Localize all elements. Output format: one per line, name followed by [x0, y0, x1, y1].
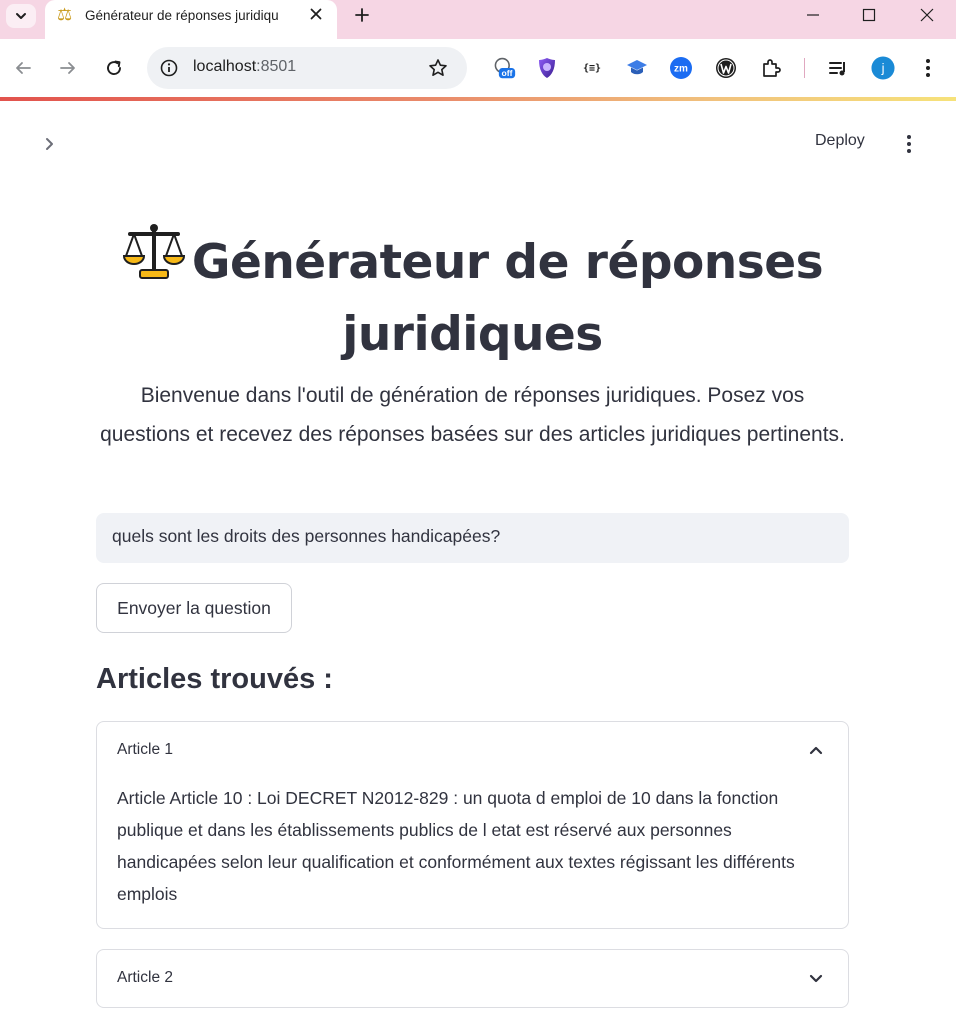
chevron-up-icon — [806, 740, 826, 760]
zm-extension-label: zm — [674, 64, 688, 75]
chevron-right-icon — [46, 138, 53, 150]
close-icon — [920, 8, 934, 22]
article-expander-label: Article 2 — [117, 969, 173, 986]
close-window-button[interactable] — [904, 0, 950, 30]
page-title-text: Générateur de réponses juridiques — [191, 235, 824, 362]
more-vertical-icon — [907, 135, 911, 153]
arrow-left-icon — [16, 62, 31, 74]
purple-shield-extension-icon[interactable] — [535, 56, 559, 80]
tab-title: Générateur de réponses juridiqu — [85, 8, 279, 23]
browser-menu-icon[interactable] — [916, 56, 940, 80]
json-formatter-extension-icon[interactable]: {≡} — [580, 56, 604, 80]
reload-button[interactable] — [99, 53, 129, 83]
url-host: localhost — [193, 58, 257, 75]
arrow-right-icon — [60, 62, 75, 74]
browser-toolbar: localhost:8501 off {≡} zm j — [0, 39, 956, 97]
back-button[interactable] — [8, 53, 38, 83]
send-question-button[interactable]: Envoyer la question — [96, 583, 292, 633]
reading-list-icon[interactable] — [826, 56, 850, 80]
browser-tab-strip: ⚖ Générateur de réponses juridiqu — [0, 0, 956, 39]
minimize-window-button[interactable] — [790, 0, 836, 30]
article-expander-1: Article 1 Article Article 10 : Loi DECRE… — [96, 721, 849, 929]
article-content: Article Article 10 : Loi DECRET N2012-82… — [117, 788, 795, 904]
reload-icon — [107, 60, 121, 75]
page-title: Générateur de réponses juridiques — [96, 222, 849, 368]
site-info-icon[interactable] — [159, 58, 179, 78]
bookmark-star-icon[interactable] — [427, 57, 449, 79]
articles-heading: Articles trouvés : — [96, 663, 333, 695]
maximize-icon — [862, 8, 876, 22]
zm-extension-icon[interactable]: zm — [669, 56, 693, 80]
scale-favicon-icon: ⚖ — [57, 5, 73, 24]
url-port: :8501 — [256, 58, 297, 75]
sidebar-expand-button[interactable] — [36, 131, 62, 157]
plus-icon — [355, 8, 369, 22]
article-expander-header[interactable]: Article 2 — [97, 950, 848, 1008]
browser-tab[interactable]: ⚖ Générateur de réponses juridiqu — [45, 0, 337, 39]
url-text: localhost:8501 — [193, 58, 296, 76]
minimize-icon — [807, 14, 819, 16]
page-title-block: Générateur de réponses juridiques — [96, 222, 849, 368]
close-tab-icon[interactable] — [307, 5, 325, 23]
article-expander-header[interactable]: Article 1 — [97, 722, 848, 780]
forward-button[interactable] — [53, 53, 83, 83]
profile-avatar[interactable]: j — [871, 56, 895, 80]
question-input[interactable]: quels sont les droits des personnes hand… — [96, 513, 849, 563]
main-menu-button[interactable] — [897, 131, 921, 157]
off-badge-label: off — [502, 68, 513, 78]
off-extension-icon[interactable]: off — [492, 56, 516, 80]
wordpress-extension-icon[interactable] — [714, 56, 738, 80]
maximize-window-button[interactable] — [846, 0, 892, 30]
address-bar[interactable]: localhost:8501 — [147, 47, 467, 89]
toolbar-divider — [804, 58, 805, 78]
extensions-puzzle-icon[interactable] — [759, 56, 783, 80]
deploy-button[interactable]: Deploy — [815, 132, 865, 150]
chevron-down-icon — [806, 968, 826, 988]
tab-search-button[interactable] — [6, 4, 36, 28]
chevron-down-icon — [16, 13, 26, 19]
new-tab-button[interactable] — [350, 4, 374, 26]
article-expander-label: Article 1 — [117, 741, 173, 758]
intro-paragraph: Bienvenue dans l'outil de génération de … — [100, 384, 845, 446]
json-extension-label: {≡} — [582, 62, 602, 74]
article-expander-2: Article 2 — [96, 949, 849, 1008]
profile-initial: j — [881, 61, 885, 76]
scale-icon — [122, 222, 186, 302]
graduation-cap-extension-icon[interactable] — [625, 56, 649, 80]
app-main: Deploy Générateur de réponses juridiques… — [0, 101, 956, 1010]
